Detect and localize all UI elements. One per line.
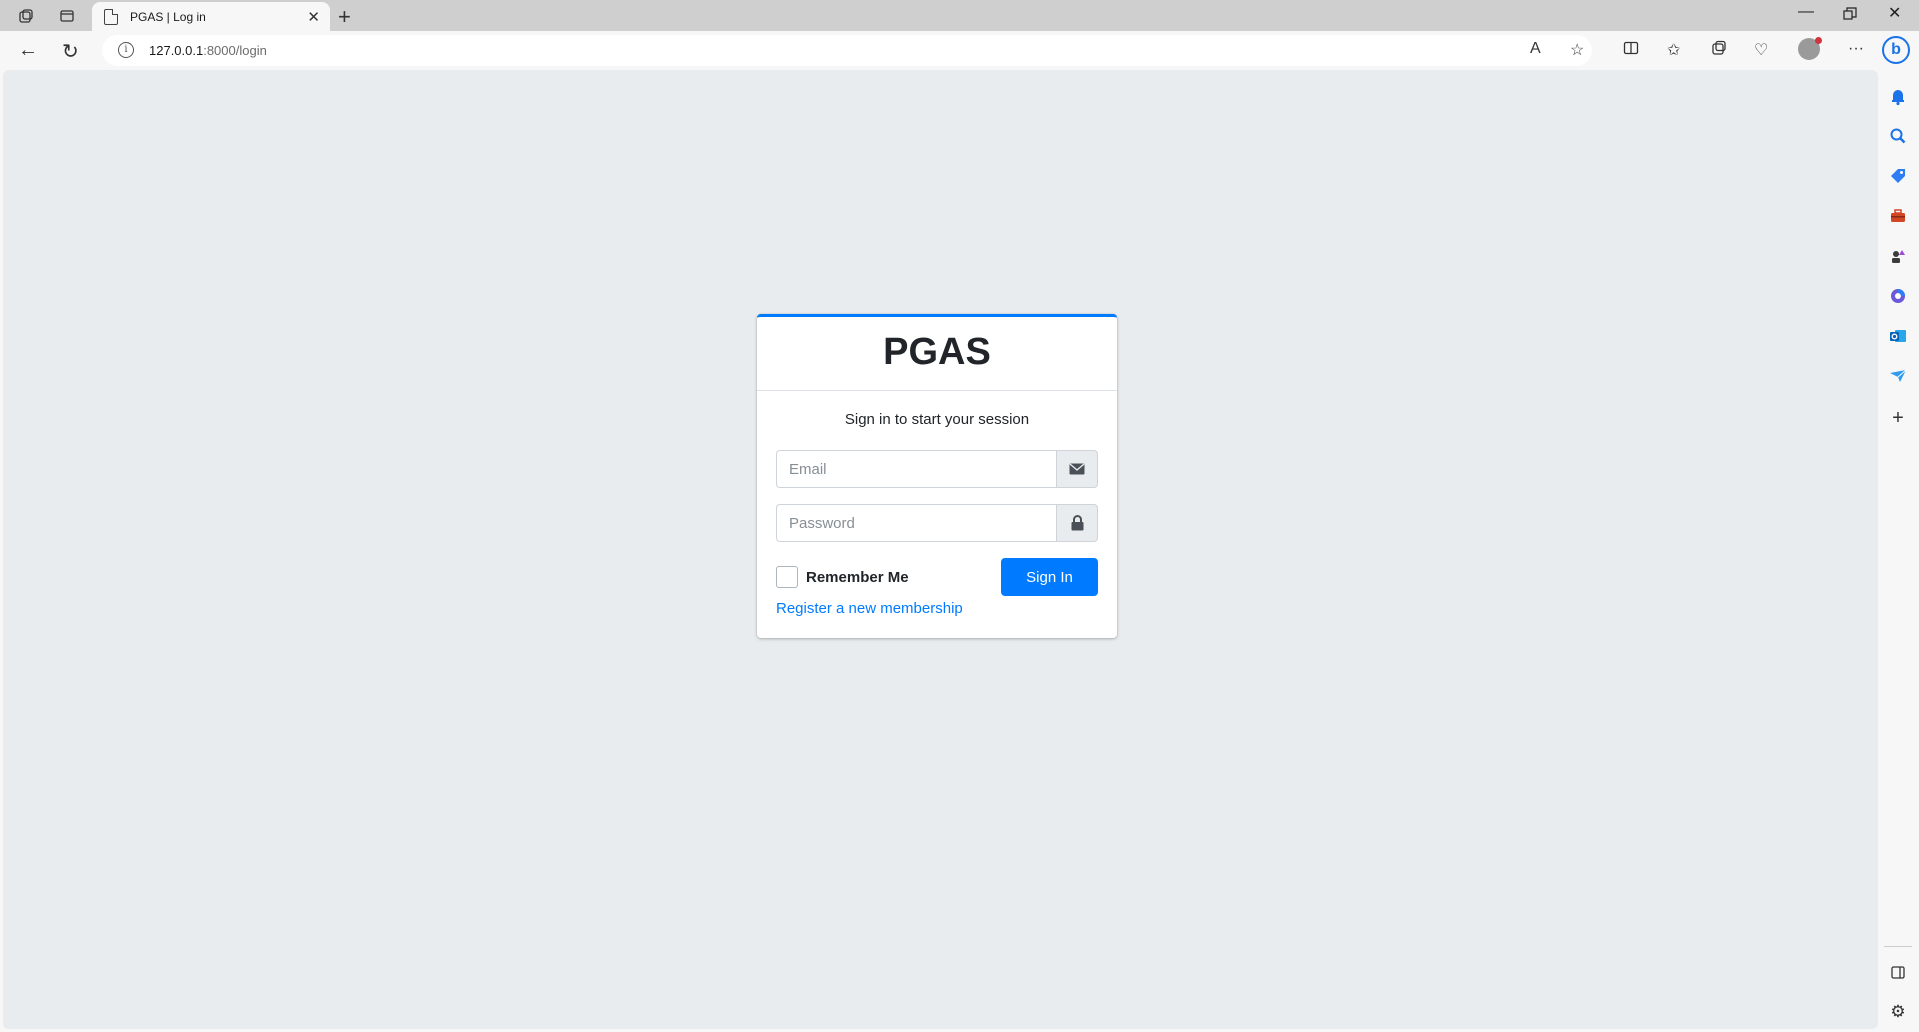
browser-essentials-icon[interactable]: ♡: [1754, 40, 1768, 60]
card-header: PGAS: [757, 317, 1117, 391]
more-options-icon[interactable]: ···: [1848, 40, 1864, 58]
plus-icon[interactable]: +: [1888, 408, 1908, 428]
send-icon[interactable]: [1888, 366, 1908, 386]
url-text[interactable]: 127.0.0.1:8000/login: [149, 43, 267, 58]
address-bar[interactable]: i 127.0.0.1:8000/login: [102, 35, 1592, 66]
sidebar-divider: [1884, 946, 1912, 947]
actions-row: Remember Me Sign In: [776, 558, 1098, 596]
tab-title: PGAS | Log in: [130, 9, 206, 24]
browser-toolbar: ← ↻ i 127.0.0.1:8000/login A ☆ ✩ ♡ ··· b: [0, 31, 1919, 70]
back-icon[interactable]: ←: [18, 39, 38, 62]
games-icon[interactable]: [1888, 246, 1908, 266]
close-window-icon[interactable]: ✕: [1888, 3, 1901, 23]
close-tab-icon[interactable]: ✕: [307, 8, 320, 26]
search-icon[interactable]: [1888, 126, 1908, 146]
favorites-icon[interactable]: ✩: [1667, 40, 1680, 60]
login-box: PGAS Sign in to start your session Remem: [757, 314, 1117, 638]
office-icon[interactable]: [1888, 286, 1908, 306]
email-group: [776, 450, 1098, 488]
login-message: Sign in to start your session: [844, 411, 1030, 428]
password-group: [776, 504, 1098, 542]
split-screen-icon[interactable]: [1623, 40, 1639, 61]
minimize-icon[interactable]: —: [1798, 3, 1814, 21]
outlook-icon[interactable]: [1888, 326, 1908, 346]
browser-tab-bar: PGAS | Log in ✕ + — ✕: [0, 0, 1919, 31]
favorite-star-icon[interactable]: ☆: [1570, 40, 1584, 60]
email-input[interactable]: [776, 450, 1056, 488]
login-card: PGAS Sign in to start your session Remem: [757, 314, 1117, 638]
remember-me-checkbox[interactable]: [776, 566, 798, 588]
settings-icon[interactable]: ⚙: [1888, 1002, 1908, 1022]
bell-icon[interactable]: [1888, 86, 1908, 106]
new-tab-button[interactable]: +: [338, 4, 351, 30]
active-tab[interactable]: PGAS | Log in ✕: [92, 2, 330, 31]
sign-in-button[interactable]: Sign In: [1001, 558, 1098, 596]
refresh-icon[interactable]: ↻: [62, 39, 79, 64]
brand-logo-link[interactable]: PGAS: [883, 331, 991, 374]
read-aloud-icon[interactable]: A: [1530, 40, 1541, 58]
card-body: Sign in to start your session Remember M…: [757, 391, 1117, 638]
tag-icon[interactable]: [1888, 166, 1908, 186]
remember-me-label[interactable]: Remember Me: [806, 569, 909, 586]
page-icon: [104, 8, 118, 25]
remember-me: Remember Me: [776, 566, 909, 588]
toolbox-icon[interactable]: [1888, 206, 1908, 226]
register-link[interactable]: Register a new membership: [776, 600, 963, 617]
profile-notification-dot: [1815, 37, 1822, 44]
sidebar-toggle-icon[interactable]: [1888, 963, 1908, 983]
password-input[interactable]: [776, 504, 1056, 542]
copilot-icon[interactable]: b: [1882, 36, 1910, 64]
collections-icon[interactable]: [1711, 40, 1727, 61]
lock-icon: [1056, 504, 1098, 542]
workspaces-icon[interactable]: [16, 6, 36, 26]
browser-sidebar: + ⚙: [1878, 70, 1919, 1032]
tab-actions-icon[interactable]: [57, 6, 77, 26]
envelope-icon: [1056, 450, 1098, 488]
restore-icon[interactable]: [1843, 3, 1857, 26]
site-info-icon[interactable]: i: [118, 42, 134, 58]
